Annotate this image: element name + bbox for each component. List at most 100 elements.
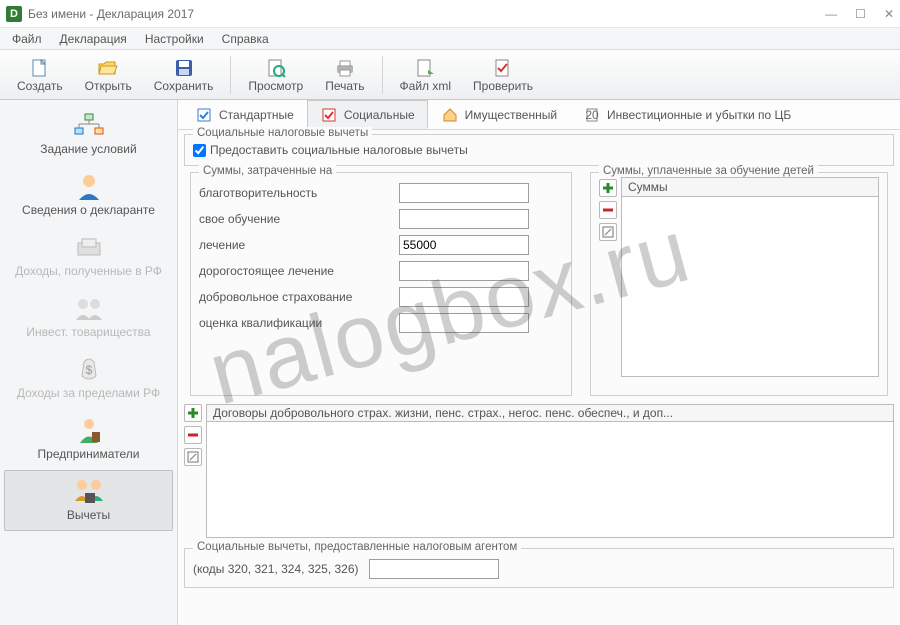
input-expensive-treatment[interactable] [399, 261, 529, 281]
check-label: Проверить [473, 79, 533, 93]
preview-button[interactable]: Просмотр [237, 54, 314, 96]
input-qualification[interactable] [399, 313, 529, 333]
svg-text:$: $ [85, 363, 92, 377]
app-icon: D [6, 6, 22, 22]
group-social-deductions: Социальные налоговые вычеты Предоставить… [184, 134, 894, 166]
sidebar-item-deductions[interactable]: Вычеты [4, 470, 173, 531]
preview-icon [265, 57, 287, 79]
edit-row-button[interactable] [599, 223, 617, 241]
toolbar: Создать Открыть Сохранить Просмотр Печат… [0, 50, 900, 100]
menu-declaration[interactable]: Декларация [52, 30, 135, 48]
check-button[interactable]: Проверить [462, 54, 544, 96]
sidebar-item-label: Задание условий [40, 142, 136, 156]
tab-social[interactable]: Социальные [307, 100, 428, 129]
create-button[interactable]: Создать [6, 54, 74, 96]
label-self-education: свое обучение [199, 212, 399, 226]
menu-settings[interactable]: Настройки [137, 30, 212, 48]
input-voluntary-insurance[interactable] [399, 287, 529, 307]
group-legend: Социальные вычеты, предоставленные налог… [193, 541, 521, 553]
contracts-list[interactable] [206, 422, 894, 538]
sidebar-item-label: Доходы, полученные в РФ [15, 264, 162, 278]
sidebar-item-label: Сведения о декларанте [22, 203, 155, 217]
filexml-button[interactable]: Файл xml [389, 54, 463, 96]
label-treatment: лечение [199, 238, 399, 252]
filexml-label: Файл xml [400, 79, 452, 93]
tab-property[interactable]: Имущественный [428, 100, 570, 129]
document-icon: 20 [583, 106, 601, 124]
toolbar-separator [230, 56, 231, 94]
tab-label: Инвестиционные и убытки по ЦБ [607, 108, 791, 122]
save-label: Сохранить [154, 79, 214, 93]
group-children-education: Суммы, уплаченные за обучение детей Сумм… [590, 172, 888, 396]
agent-codes-label: (коды 320, 321, 324, 325, 326) [193, 562, 359, 576]
remove-row-button[interactable] [599, 201, 617, 219]
add-row-button[interactable] [599, 179, 617, 197]
sidebar-item-income-abroad[interactable]: $ Доходы за пределами РФ [4, 348, 173, 409]
businessman-icon [72, 416, 106, 444]
open-button[interactable]: Открыть [74, 54, 143, 96]
group-legend: Суммы, затраченные на [199, 165, 336, 177]
input-self-education[interactable] [399, 209, 529, 229]
sidebar-item-income-rf[interactable]: Доходы, полученные в РФ [4, 226, 173, 287]
folder-open-icon [97, 57, 119, 79]
label-expensive-treatment: дорогостоящее лечение [199, 264, 399, 278]
minimize-icon[interactable]: — [825, 7, 837, 21]
save-icon [173, 57, 195, 79]
contracts-header: Договоры добровольного страх. жизни, пен… [206, 404, 894, 422]
input-agent-sum[interactable] [369, 559, 499, 579]
sidebar-item-label: Доходы за пределами РФ [17, 386, 160, 400]
window-title: Без имени - Декларация 2017 [28, 7, 825, 21]
deductions-icon [72, 477, 106, 505]
check-icon [492, 57, 514, 79]
sidebar-item-label: Инвест. товарищества [26, 325, 150, 339]
menu-help[interactable]: Справка [214, 30, 277, 48]
contracts-section: Договоры добровольного страх. жизни, пен… [184, 404, 894, 538]
menubar: Файл Декларация Настройки Справка [0, 28, 900, 50]
main-panel: Стандартные Социальные Имущественный 20 … [178, 100, 900, 625]
list-header-sums: Суммы [621, 177, 879, 197]
menu-file[interactable]: Файл [4, 30, 50, 48]
preview-label: Просмотр [248, 79, 303, 93]
print-button[interactable]: Печать [314, 54, 375, 96]
sidebar-item-conditions[interactable]: Задание условий [4, 104, 173, 165]
label-voluntary-insurance: добровольное страхование [199, 290, 399, 304]
deduction-tabs: Стандартные Социальные Имущественный 20 … [178, 100, 900, 130]
checkbox-label: Предоставить социальные налоговые вычеты [210, 143, 468, 157]
tab-label: Социальные [344, 108, 415, 122]
new-file-icon [29, 57, 51, 79]
input-charity[interactable] [399, 183, 529, 203]
group-legend: Социальные налоговые вычеты [193, 127, 372, 139]
add-contract-button[interactable] [184, 404, 202, 422]
edit-contract-button[interactable] [184, 448, 202, 466]
tab-label: Имущественный [465, 108, 557, 122]
sidebar-item-label: Предприниматели [38, 447, 140, 461]
list-body-sums[interactable] [621, 197, 879, 377]
close-icon[interactable]: ✕ [884, 7, 894, 21]
open-label: Открыть [85, 79, 132, 93]
print-icon [334, 57, 356, 79]
remove-contract-button[interactable] [184, 426, 202, 444]
tab-label: Стандартные [219, 108, 294, 122]
maximize-icon[interactable]: ☐ [855, 7, 866, 21]
sidebar-item-invest[interactable]: Инвест. товарищества [4, 287, 173, 348]
titlebar: D Без имени - Декларация 2017 — ☐ ✕ [0, 0, 900, 28]
person-icon [72, 172, 106, 200]
org-chart-icon [72, 111, 106, 139]
money-bag-icon: $ [72, 355, 106, 383]
sidebar: Задание условий Сведения о декларанте До… [0, 100, 178, 625]
input-treatment[interactable] [399, 235, 529, 255]
money-box-icon [72, 233, 106, 261]
print-label: Печать [325, 79, 364, 93]
tab-standard[interactable]: Стандартные [182, 100, 307, 129]
tab-invest[interactable]: 20 Инвестиционные и убытки по ЦБ [570, 100, 804, 129]
people-icon [72, 294, 106, 322]
sidebar-item-entrepreneurs[interactable]: Предприниматели [4, 409, 173, 470]
group-legend: Суммы, уплаченные за обучение детей [599, 165, 818, 177]
label-qualification: оценка квалификации [199, 316, 399, 330]
checkbox-provide-social[interactable] [193, 144, 206, 157]
file-xml-icon [414, 57, 436, 79]
house-icon [441, 106, 459, 124]
save-button[interactable]: Сохранить [143, 54, 225, 96]
svg-text:20: 20 [585, 108, 599, 122]
sidebar-item-declarant[interactable]: Сведения о декларанте [4, 165, 173, 226]
